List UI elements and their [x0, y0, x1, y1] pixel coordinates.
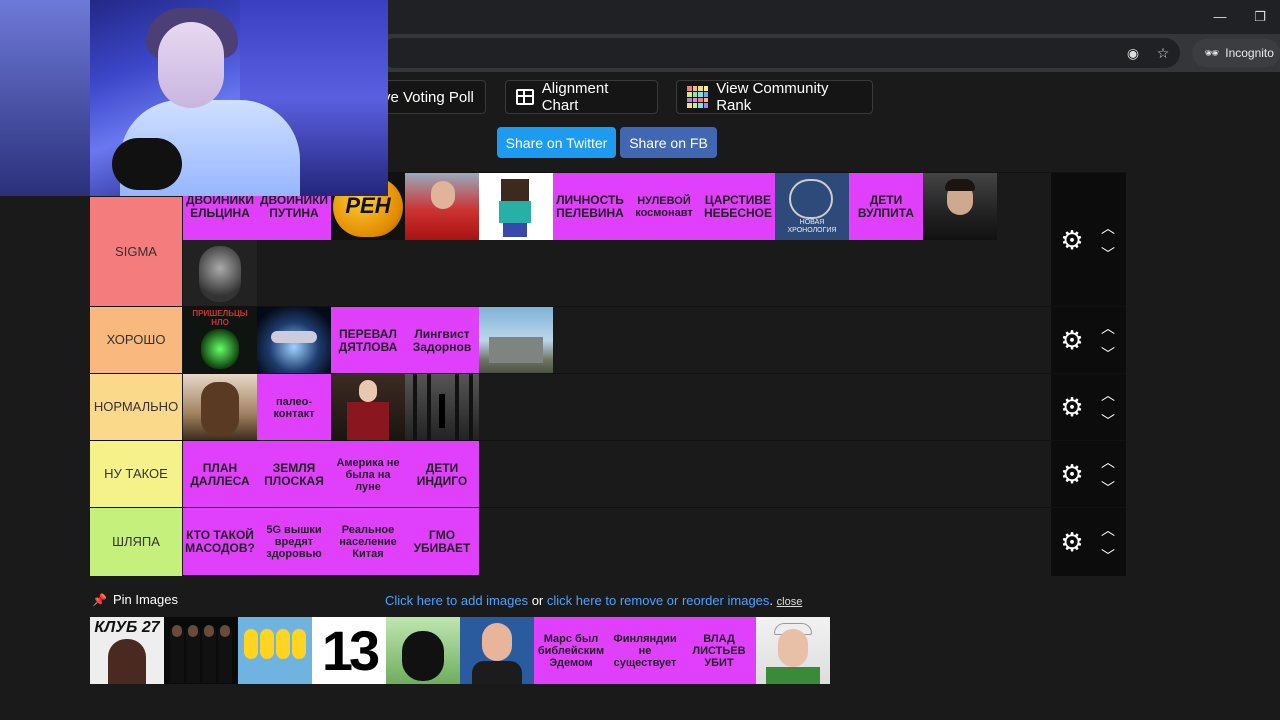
close-link[interactable]: close [777, 596, 803, 608]
book-novaya-hronologiya-icon[interactable]: НОВАЯ ХРОНОЛОГИЯ [775, 173, 849, 240]
old-man-white-cap-icon[interactable] [756, 617, 830, 684]
tier-item[interactable]: Америка не была на луне [331, 441, 405, 508]
tier-row-normalno: НОРМАЛЬНО палео-контакт ⚙ ︿ ﹀ [90, 373, 1126, 441]
tier-label[interactable]: НОРМАЛЬНО [90, 374, 182, 440]
tier-item[interactable]: ПЛАН ДАЛЛЕСА [183, 441, 257, 508]
chevron-up-icon[interactable]: ︿ [1099, 221, 1117, 235]
tier-item[interactable]: ЛИЧНОСТЬ ПЕЛЕВИНА [553, 173, 627, 240]
pin-item[interactable]: Марс был библейским Эдемом [534, 617, 608, 684]
share-twitter-button[interactable]: Share on Twitter [497, 127, 616, 158]
tier-controls: ⚙ ︿ ﹀ [1051, 374, 1126, 440]
community-rank-label: View Community Rank [716, 80, 829, 114]
chevron-up-icon[interactable]: ︿ [1099, 388, 1117, 402]
tier-item[interactable]: палео-контакт [257, 374, 331, 441]
incognito-badge[interactable]: 🕶 Incognito [1192, 39, 1280, 67]
incognito-label: Incognito [1225, 46, 1274, 60]
pin-item[interactable]: Финляндии не существует [608, 617, 682, 684]
tier-label[interactable]: SIGMA [90, 197, 182, 307]
ufo-book-cover-icon[interactable]: ПРИШЕЛЬЦЫ НЛО [183, 307, 257, 374]
pin-images-label: Pin Images [112, 592, 178, 607]
voting-poll-button[interactable]: ve Voting Poll [372, 80, 486, 114]
chevron-down-icon[interactable]: ﹀ [1099, 549, 1117, 563]
werewolf-icon[interactable] [183, 374, 257, 441]
tier-controls: ⚙ ︿ ﹀ [1051, 307, 1126, 373]
tier-item[interactable]: 5G вышки вредят здоровью [257, 508, 331, 575]
tier-item[interactable]: НУЛЕВОЙ космонавт [627, 173, 701, 240]
tier-item[interactable]: ПЕРЕВАЛ ДЯТЛОВА [331, 307, 405, 374]
tier-row-nu-takoe: НУ ТАКОЕ ПЛАН ДАЛЛЕСА ЗЕМЛЯ ПЛОСКАЯ Амер… [90, 440, 1126, 508]
address-bar[interactable] [380, 38, 1180, 68]
remove-reorder-link[interactable]: click here to remove or reorder images [547, 593, 770, 608]
gear-icon[interactable]: ⚙ [1059, 327, 1085, 353]
michael-jackson-icon[interactable] [331, 374, 405, 441]
tier-controls: ⚙ ︿ ﹀ [1051, 508, 1126, 576]
gear-icon[interactable]: ⚙ [1059, 529, 1085, 555]
ufo-photo-icon[interactable] [257, 307, 331, 374]
webcam-overlay [0, 0, 388, 196]
number-13-icon[interactable]: 13 [312, 617, 386, 684]
tier-item[interactable]: КТО ТАКОЙ МАСОДОВ? [183, 508, 257, 575]
black-cat-icon[interactable] [386, 617, 460, 684]
chevron-down-icon[interactable]: ﹀ [1099, 347, 1117, 361]
tier-row-horosho: ХОРОШО ПРИШЕЛЬЦЫ НЛО ПЕРЕВАЛ ДЯТЛОВА Лин… [90, 306, 1126, 374]
klub-27-icon[interactable]: КЛУБ 27 [90, 617, 164, 684]
chevron-up-icon[interactable]: ︿ [1099, 455, 1117, 469]
chevron-down-icon[interactable]: ﹀ [1099, 247, 1117, 261]
star-icon[interactable]: ☆ [1153, 44, 1173, 62]
tier-controls: ⚙ ︿ ﹀ [1051, 173, 1126, 306]
gear-icon[interactable]: ⚙ [1059, 461, 1085, 487]
eye-slash-icon[interactable]: ◉ [1123, 44, 1143, 62]
chevron-up-icon[interactable]: ︿ [1099, 321, 1117, 335]
tier-item[interactable]: ГМО УБИВАЕТ [405, 508, 479, 575]
tier-item[interactable]: Лингвист Задорнов [405, 307, 479, 374]
alien-figure-icon[interactable] [183, 240, 257, 307]
minecraft-herobrine-icon[interactable] [479, 173, 553, 240]
man-red-sweater-icon[interactable] [405, 173, 479, 240]
zuckerberg-icon[interactable] [460, 617, 534, 684]
slenderman-forest-icon[interactable] [405, 374, 479, 441]
tier-board: SIGMA ДВОИНИКИ ЕЛЬЦИНА ДВОЙНИКИ ПУТИНА Р… [90, 172, 1126, 576]
pin-images-toggle[interactable]: 📌 Pin Images [92, 592, 178, 607]
tier-label[interactable]: НУ ТАКОЕ [90, 441, 182, 507]
tier-item[interactable]: ДЕТИ ИНДИГО [405, 441, 479, 508]
pushpin-icon: 📌 [92, 592, 107, 607]
or-text: or [528, 593, 547, 608]
incognito-icon: 🕶 [1204, 46, 1220, 60]
pin-item[interactable]: ВЛАД ЛИСТЬЕВ УБИТ [682, 617, 756, 684]
alignment-chart-label: Alignment Chart [541, 80, 609, 114]
voting-poll-label: ve Voting Poll [383, 88, 474, 106]
unranked-images: КЛУБ 27 13 Марс был библейским Эдемом Фи… [90, 617, 830, 684]
community-rank-button[interactable]: View Community Rank [676, 80, 873, 114]
tier-controls: ⚙ ︿ ﹀ [1051, 441, 1126, 507]
harry-potter-icon[interactable] [923, 173, 997, 240]
men-in-black-icon[interactable] [164, 617, 238, 684]
tier-item[interactable]: ЗЕМЛЯ ПЛОСКАЯ [257, 441, 331, 508]
microphone-icon [112, 138, 182, 190]
share-fb-button[interactable]: Share on FB [620, 127, 717, 158]
tier-item[interactable]: Реальное население Китая [331, 508, 405, 575]
minimize-icon[interactable]: — [1210, 8, 1230, 26]
chevron-down-icon[interactable]: ﹀ [1099, 414, 1117, 428]
alignment-chart-button[interactable]: Alignment Chart [505, 80, 658, 114]
maximize-icon[interactable]: ❐ [1250, 8, 1270, 26]
tier-item[interactable]: ДЕТИ ВУЛПИТА [849, 173, 923, 240]
chernobyl-plant-icon[interactable] [479, 307, 553, 374]
image-links: Click here to add images or click here t… [385, 593, 802, 608]
tier-label[interactable]: ХОРОШО [90, 307, 182, 373]
tier-row-shlyapa: ШЛЯПА КТО ТАКОЙ МАСОДОВ? 5G вышки вредят… [90, 507, 1126, 576]
gear-icon[interactable]: ⚙ [1059, 227, 1085, 253]
tier-item[interactable]: ЦАРСТИВЕ НЕБЕСНОЕ [701, 173, 775, 240]
tier-label[interactable]: ШЛЯПА [90, 508, 182, 576]
gear-icon[interactable]: ⚙ [1059, 394, 1085, 420]
grid-icon [516, 89, 534, 105]
period-text: . [769, 593, 777, 608]
tier-list-icon [687, 86, 709, 108]
chevron-down-icon[interactable]: ﹀ [1099, 481, 1117, 495]
chevron-up-icon[interactable]: ︿ [1099, 523, 1117, 537]
simpsons-icon[interactable] [238, 617, 312, 684]
add-images-link[interactable]: Click here to add images [385, 593, 528, 608]
